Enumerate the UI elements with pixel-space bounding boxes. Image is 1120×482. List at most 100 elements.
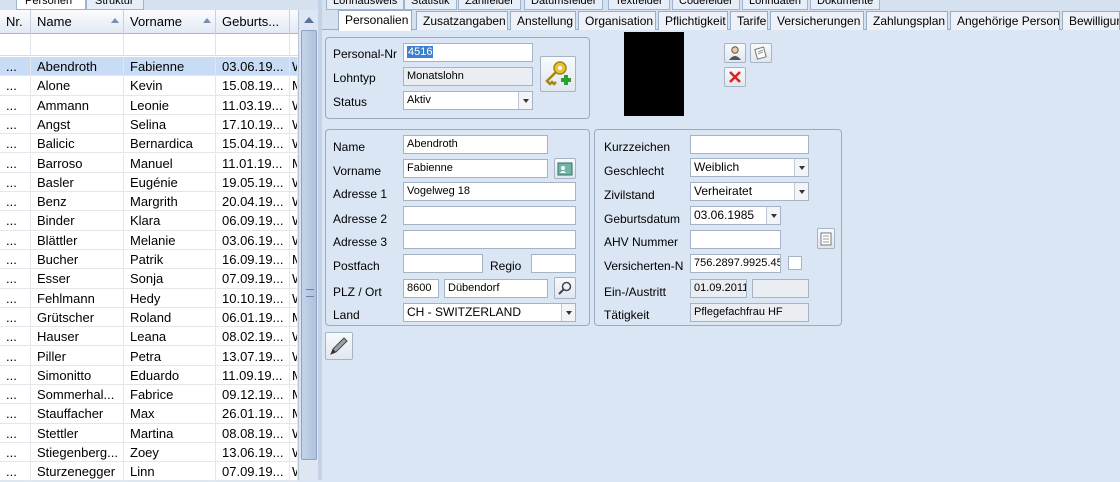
tab-pflichtigkeit[interactable]: Pflichtigkeit [658,11,728,30]
table-row[interactable]: ...Stiegenberg...Zoey13.06.19...W [0,443,298,463]
land-select[interactable]: CH - SWITZERLAND [403,303,576,322]
tab-zahlungsplan[interactable]: Zahlungsplan [866,11,948,30]
tab-tarife[interactable]: Tarife [730,11,768,30]
tab-versicherungen[interactable]: Versicherungen [770,11,864,30]
table-row[interactable]: ...BalicicBernardica15.04.19...W [0,134,298,154]
tab-statistik[interactable]: Statistik [404,0,457,10]
adresse1-field[interactable]: Vogelweg 18 [403,182,576,201]
key-add-button[interactable] [540,56,576,92]
name-field[interactable]: Abendroth [403,135,548,154]
calendar-dropdown-icon[interactable] [766,207,780,224]
col-header-extra[interactable] [290,10,298,34]
table-row[interactable]: ...BenzMargrith20.04.19...W [0,192,298,212]
col-header-geburtsdatum[interactable]: Geburts... [216,10,290,34]
geburtsdatum-field[interactable]: 03.06.1985 [690,206,781,225]
vorname-label: Vorname [333,164,382,178]
filter-cell-nr[interactable] [0,34,31,56]
scrollbar-thumb[interactable] [301,30,317,460]
table-row[interactable]: ...AngstSelina17.10.19...W [0,114,298,135]
table-row[interactable]: ...FehlmannHedy10.10.19...W [0,288,298,308]
zivilstand-value: Verheiratet [694,184,753,198]
tab-anstellung[interactable]: Anstellung [510,11,576,30]
tab-lohndaten[interactable]: Lohndaten [742,0,808,10]
tab-personalien[interactable]: Personalien [338,10,412,31]
table-row[interactable]: ...AloneKevin15.08.19...M [0,76,298,96]
chevron-down-icon[interactable] [794,159,808,176]
table-row[interactable]: ...EsserSonja07.09.19...W [0,269,298,289]
table-row[interactable]: ...BinderKlara06.09.19...W [0,211,298,231]
table-row[interactable]: ...SturzeneggerLinn07.09.19...W [0,462,298,482]
cell-geb: 06.01.19... [216,307,290,327]
cell-geb: 03.06.19... [216,57,290,76]
chevron-down-icon[interactable] [561,304,575,321]
panel-splitter[interactable] [318,0,322,480]
zivilstand-label: Zivilstand [604,188,655,202]
ort-field[interactable]: Dübendorf [444,279,548,298]
vorname-field[interactable]: Fabienne [403,159,548,178]
versicherten-field[interactable]: 756.2897.9925.45 [690,254,781,273]
table-row[interactable]: ...AmmannLeonie11.03.19...W [0,95,298,115]
person-photo-button[interactable] [724,43,746,63]
filter-cell-vorname[interactable] [124,34,216,56]
table-row[interactable]: ...BarrosoManuel11.01.19...M [0,153,298,173]
col-header-nr[interactable]: Nr. [0,10,31,34]
regio-field[interactable] [531,254,576,273]
table-row[interactable]: ...SimonittoEduardo11.09.19...M [0,365,298,386]
col-header-name[interactable]: Name [31,10,124,34]
cell-name: Benz [31,192,124,212]
adresse2-field[interactable] [403,206,576,225]
kurzzeichen-field[interactable] [690,135,809,154]
plz-field[interactable]: 8600 [403,279,439,298]
scan-button[interactable] [750,43,772,63]
eintritt-field[interactable]: 01.09.2011 [690,279,747,298]
table-row[interactable]: ...GrütscherRoland06.01.19...M [0,307,298,328]
chevron-down-icon[interactable] [794,183,808,200]
tab-angehoerige-person[interactable]: Angehörige Person [950,11,1060,30]
tab-organisation[interactable]: Organisation [578,11,656,30]
contact-button[interactable] [554,158,576,179]
tab-zusatzangaben[interactable]: Zusatzangaben [416,11,508,30]
table-row[interactable]: ...HauserLeana08.02.19...W [0,327,298,347]
table-row[interactable]: ...BucherPatrik16.09.19...M [0,250,298,270]
tab-textfelder[interactable]: Textfelder [608,0,670,10]
adresse3-field[interactable] [403,230,576,249]
postfach-field[interactable] [403,254,483,273]
tab-struktur[interactable]: Struktur [86,0,144,10]
tab-personen[interactable]: Personen [16,0,86,10]
ahv-field[interactable] [690,230,781,249]
personal-nr-field[interactable]: 4516 [403,43,533,62]
grid-vertical-scrollbar[interactable] [298,10,318,480]
tab-lohnausweis[interactable]: Lohnausweis [326,0,405,10]
scroll-up-icon[interactable] [304,17,314,23]
versicherten-checkbox[interactable] [788,256,802,270]
table-row[interactable]: ...AbendrothFabienne03.06.19...W [0,57,298,77]
tab-zahlfelder[interactable]: Zahlfelder [458,0,521,10]
table-row[interactable]: ...PillerPetra13.07.19...W [0,346,298,366]
taetigkeit-field[interactable]: Pflegefachfrau HF [690,303,809,322]
tab-bewilligung[interactable]: Bewilligung [1062,11,1120,30]
cell-geb: 06.09.19... [216,211,290,231]
tab-codefelder[interactable]: Codefelder [672,0,740,10]
edit-button[interactable] [325,332,353,360]
cell-x: M [290,404,298,424]
lohntyp-field[interactable]: Monatslohn [403,67,533,86]
austritt-field[interactable] [752,279,809,298]
filter-cell-geburtsdatum[interactable] [216,34,290,56]
zivilstand-select[interactable]: Verheiratet [690,182,809,201]
status-select[interactable]: Aktiv [403,91,533,110]
plz-search-button[interactable] [554,277,576,299]
tab-datumsfelder[interactable]: Datumsfelder [524,0,604,10]
table-row[interactable]: ...BaslerEugénie19.05.19...W [0,172,298,193]
geschlecht-select[interactable]: Weiblich [690,158,809,177]
col-header-vorname[interactable]: Vorname [124,10,216,34]
table-row[interactable]: ...StauffacherMax26.01.19...M [0,404,298,424]
delete-photo-button[interactable] [724,67,746,87]
filter-cell-name[interactable] [31,34,124,56]
ahv-lookup-button[interactable] [817,228,835,249]
tab-dokumente[interactable]: Dokumente [810,0,881,10]
table-row[interactable]: ...StettlerMartina08.08.19...W [0,423,298,443]
chevron-down-icon[interactable] [518,92,532,109]
geburtsdatum-value: 03.06.1985 [694,208,755,222]
table-row[interactable]: ...Sommerhal...Fabrice09.12.19...M [0,385,298,405]
table-row[interactable]: ...BlättlerMelanie03.06.19...W [0,230,298,250]
